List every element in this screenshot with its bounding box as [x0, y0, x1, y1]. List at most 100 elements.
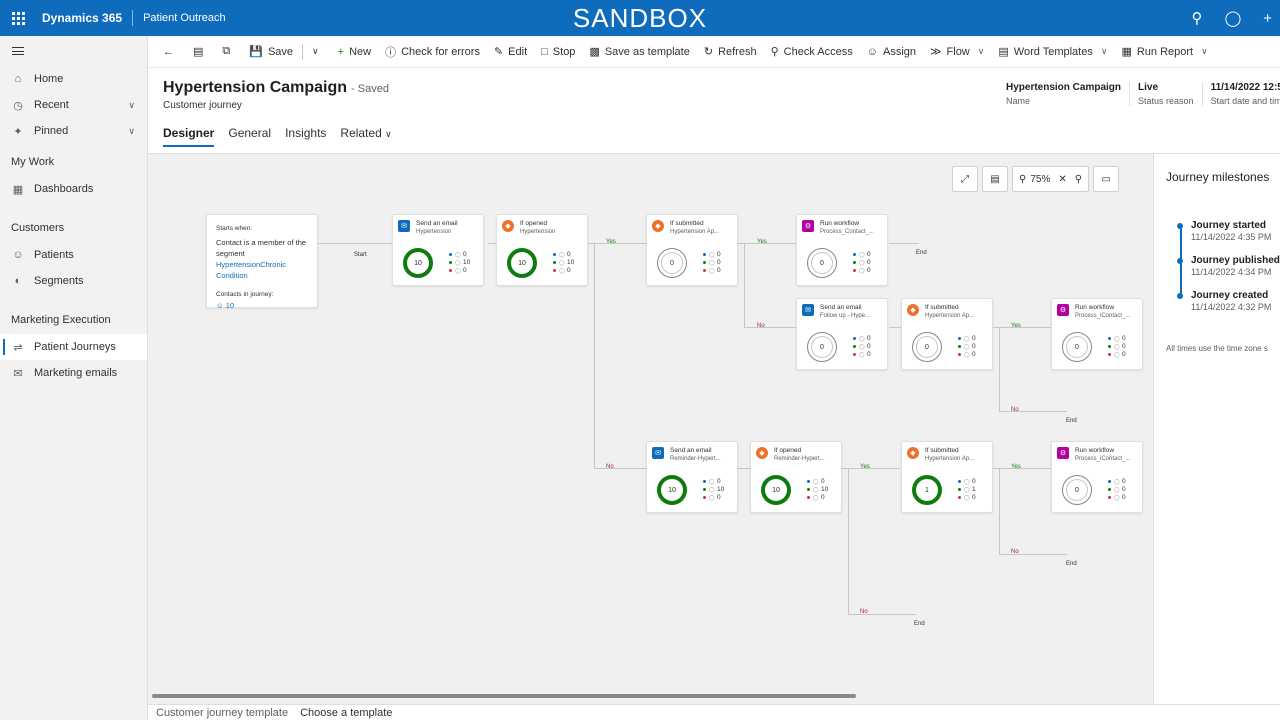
word-templates-button[interactable]: ▤ Word Templates ∨	[991, 36, 1114, 67]
tile-stats: ◯ 0 ◯ 10 ◯ 0	[703, 478, 724, 502]
nav-marketing-emails[interactable]: ✉ Marketing emails	[0, 360, 147, 386]
stat-icon: ◯	[455, 260, 461, 266]
save-button[interactable]: 💾 Save	[242, 36, 300, 67]
nav-patients[interactable]: ☺ Patients	[0, 242, 147, 268]
map-button[interactable]: ▤	[982, 166, 1008, 192]
expand-button[interactable]: ⤢	[952, 166, 978, 192]
search-icon[interactable]: ⚲	[1191, 9, 1202, 27]
edit-button[interactable]: ✎ Edit	[487, 36, 534, 67]
zoom-level: 75%	[1030, 173, 1051, 185]
page-title: Hypertension Campaign	[163, 79, 348, 96]
send-email-tile[interactable]: ✉ Send an email Follow up - Hype... 0 ◯ 0 ◯ 0 ◯ 0	[796, 298, 888, 370]
check-access-button[interactable]: ⚲ Check Access	[764, 36, 860, 67]
run-workflow-tile[interactable]: ⚙ Run workflow Process_iContact_... 0 ◯ 0 ◯ 0 ◯ 0	[1051, 298, 1143, 370]
back-button[interactable]: ←	[156, 36, 186, 67]
condition-icon: ◆	[907, 304, 919, 316]
refresh-button[interactable]: ↻ Refresh	[697, 36, 764, 67]
run-workflow-tile[interactable]: ⚙ Run workflow Process_iContact_... 0 ◯ 0 ◯ 0 ◯ 0	[1051, 441, 1143, 513]
start-tile[interactable]: Starts when: Contact is a member of the …	[206, 214, 318, 310]
tile-count-donut: 10	[657, 475, 687, 505]
condition-tile[interactable]: ◆ If submitted Hypertension Ap... 1 ◯ 0 ◯ 1 ◯ 0	[901, 441, 993, 513]
contacts-label: Contacts in journey:	[216, 291, 274, 298]
tab-insights[interactable]: Insights	[285, 126, 326, 147]
start-label: Starts when:	[216, 225, 253, 232]
zoom-in-icon[interactable]: ⚲	[1075, 174, 1082, 185]
chevron-down-icon[interactable]: ∨	[128, 100, 135, 111]
zoom-control: ⚲ 75% ✕ ⚲	[1012, 166, 1090, 192]
stat-icon: ◯	[559, 252, 565, 258]
nav-pinned[interactable]: ✦ Pinned ∨	[0, 118, 147, 144]
tile-subtitle: Follow up - Hype...	[820, 313, 871, 319]
condition-tile[interactable]: ◆ If submitted Hypertension Ap... 0 ◯ 0 ◯ 0 ◯ 0	[646, 214, 738, 286]
new-window-button[interactable]: ⧉	[215, 36, 242, 67]
email-icon: ✉	[802, 304, 814, 316]
save-options-dropdown[interactable]: ∨	[305, 36, 331, 67]
workflow-icon: ⚙	[1057, 447, 1069, 459]
chevron-down-icon[interactable]: ∨	[128, 126, 135, 137]
fit-screen-button[interactable]: ▭	[1093, 166, 1120, 192]
home-icon: ⌂	[14, 73, 22, 85]
condition-tile[interactable]: ◆ If submitted Hypertension Ap... 0 ◯ 0 ◯ 0 ◯ 0	[901, 298, 993, 370]
form-view-button[interactable]: ▤	[186, 36, 215, 67]
expand-icon: ⤢	[961, 173, 969, 185]
milestone-item: Journey created 11/14/2022 4:32 PM	[1176, 290, 1271, 312]
condition-tile[interactable]: ◆ If opened Reminder-Hypert... 10 ◯ 0 ◯ 10 ◯ 0	[750, 441, 842, 513]
tab-general[interactable]: General	[228, 126, 271, 147]
zoom-out-icon[interactable]: ⚲	[1019, 174, 1026, 185]
segment-link[interactable]: HypertensionChronic Condition	[216, 260, 286, 280]
lightbulb-icon[interactable]: ◯	[1224, 9, 1241, 27]
flow-button[interactable]: ≫ Flow ∨	[923, 36, 991, 67]
condition-tile[interactable]: ◆ If opened Hypertension 10 ◯ 0 ◯ 10 ◯ 0	[496, 214, 588, 286]
stop-button[interactable]: □ Stop	[534, 36, 582, 67]
send-email-tile[interactable]: ✉ Send an email Hypertension 10 ◯ 0 ◯ 10 ◯ 0	[392, 214, 484, 286]
tile-title: If submitted	[925, 304, 959, 311]
tile-title: Send an email	[416, 220, 458, 227]
plus-icon[interactable]: +	[1263, 10, 1272, 27]
tile-stats: ◯ 0 ◯ 10 ◯ 0	[553, 251, 574, 275]
nav-patient-journeys[interactable]: ⇌ Patient Journeys	[0, 334, 147, 360]
nav-home[interactable]: ⌂ Home	[0, 66, 147, 92]
tile-title: If opened	[520, 220, 548, 227]
stat-icon: ◯	[964, 344, 970, 350]
tab-list: Designer General Insights Related ∨	[163, 126, 392, 147]
journey-designer-canvas[interactable]: ⤢ ▤ ⚲ 75% ✕ ⚲ ▭ Starts when: Contact is …	[148, 154, 1153, 704]
chevron-down-icon: ∨	[312, 46, 319, 56]
save-as-template-button[interactable]: ▩ Save as template	[582, 36, 696, 67]
hamburger-menu-icon[interactable]	[0, 36, 147, 66]
tab-designer[interactable]: Designer	[163, 126, 215, 147]
mail-icon: ✉	[13, 367, 23, 380]
nav-recent[interactable]: ◷ Recent ∨	[0, 92, 147, 118]
reset-zoom-icon[interactable]: ✕	[1058, 174, 1066, 185]
run-workflow-tile[interactable]: ⚙ Run workflow Process_Contact_... 0 ◯ 0 ◯ 0 ◯ 0	[796, 214, 888, 286]
top-bar: Dynamics 365 Patient Outreach SANDBOX ⚲ …	[0, 0, 1280, 36]
stat-icon: ◯	[709, 479, 715, 485]
nav-segments[interactable]: ◐ Segments	[0, 268, 147, 294]
tile-stats: ◯ 0 ◯ 0 ◯ 0	[1108, 335, 1126, 359]
yes-label: Yes	[860, 464, 870, 470]
horizontal-scrollbar[interactable]	[152, 694, 856, 698]
tile-title: Run workflow	[1075, 304, 1115, 311]
stat-icon: ◯	[455, 252, 461, 258]
tab-related[interactable]: Related ∨	[340, 126, 391, 147]
template-choice[interactable]: Choose a template	[300, 707, 392, 719]
end-label: End	[914, 621, 925, 627]
check-errors-button[interactable]: ⓘ Check for errors	[378, 36, 487, 67]
send-email-tile[interactable]: ✉ Send an email Reminder-Hypert... 10 ◯ 0 ◯ 10 ◯…	[646, 441, 738, 513]
new-button[interactable]: + New	[331, 36, 378, 67]
stat-icon: ◯	[709, 495, 715, 501]
yes-label: Yes	[1011, 323, 1021, 329]
save-status: - Saved	[351, 83, 389, 95]
start-point-label: Start	[354, 252, 367, 258]
tile-subtitle: Hypertension Ap...	[670, 229, 720, 235]
milestone-item: Journey started 11/14/2022 4:35 PM	[1176, 220, 1271, 242]
chevron-down-icon: ∨	[1201, 46, 1208, 56]
run-report-button[interactable]: ▦ Run Report ∨	[1114, 36, 1214, 67]
no-label: No	[1011, 549, 1019, 555]
stat-icon: ◯	[964, 495, 970, 501]
chevron-down-icon: ∨	[385, 129, 392, 139]
condition-icon: ◆	[652, 220, 664, 232]
nav-dashboards[interactable]: ▦ Dashboards	[0, 176, 147, 202]
condition-icon: ◆	[907, 447, 919, 459]
tile-count-donut: 0	[807, 332, 837, 362]
assign-button[interactable]: ☺ Assign	[860, 36, 923, 67]
